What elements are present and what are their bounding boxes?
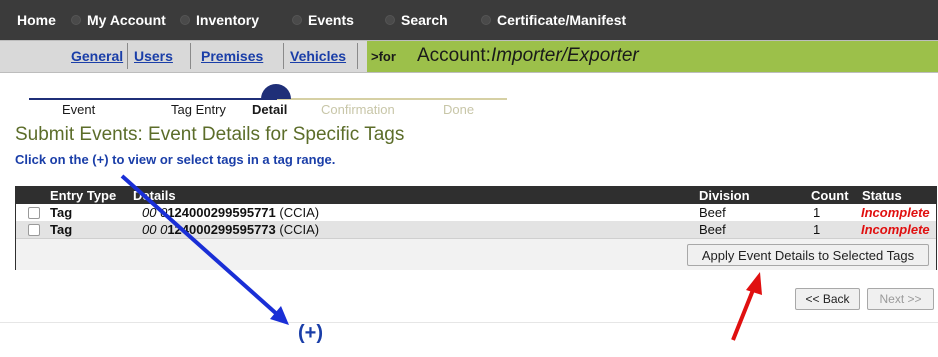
- blue-arrow-icon: [120, 174, 289, 325]
- plus-annotation-label: (+): [298, 322, 323, 344]
- red-arrow-icon: [731, 272, 762, 341]
- annotation-overlay: [120, 174, 762, 341]
